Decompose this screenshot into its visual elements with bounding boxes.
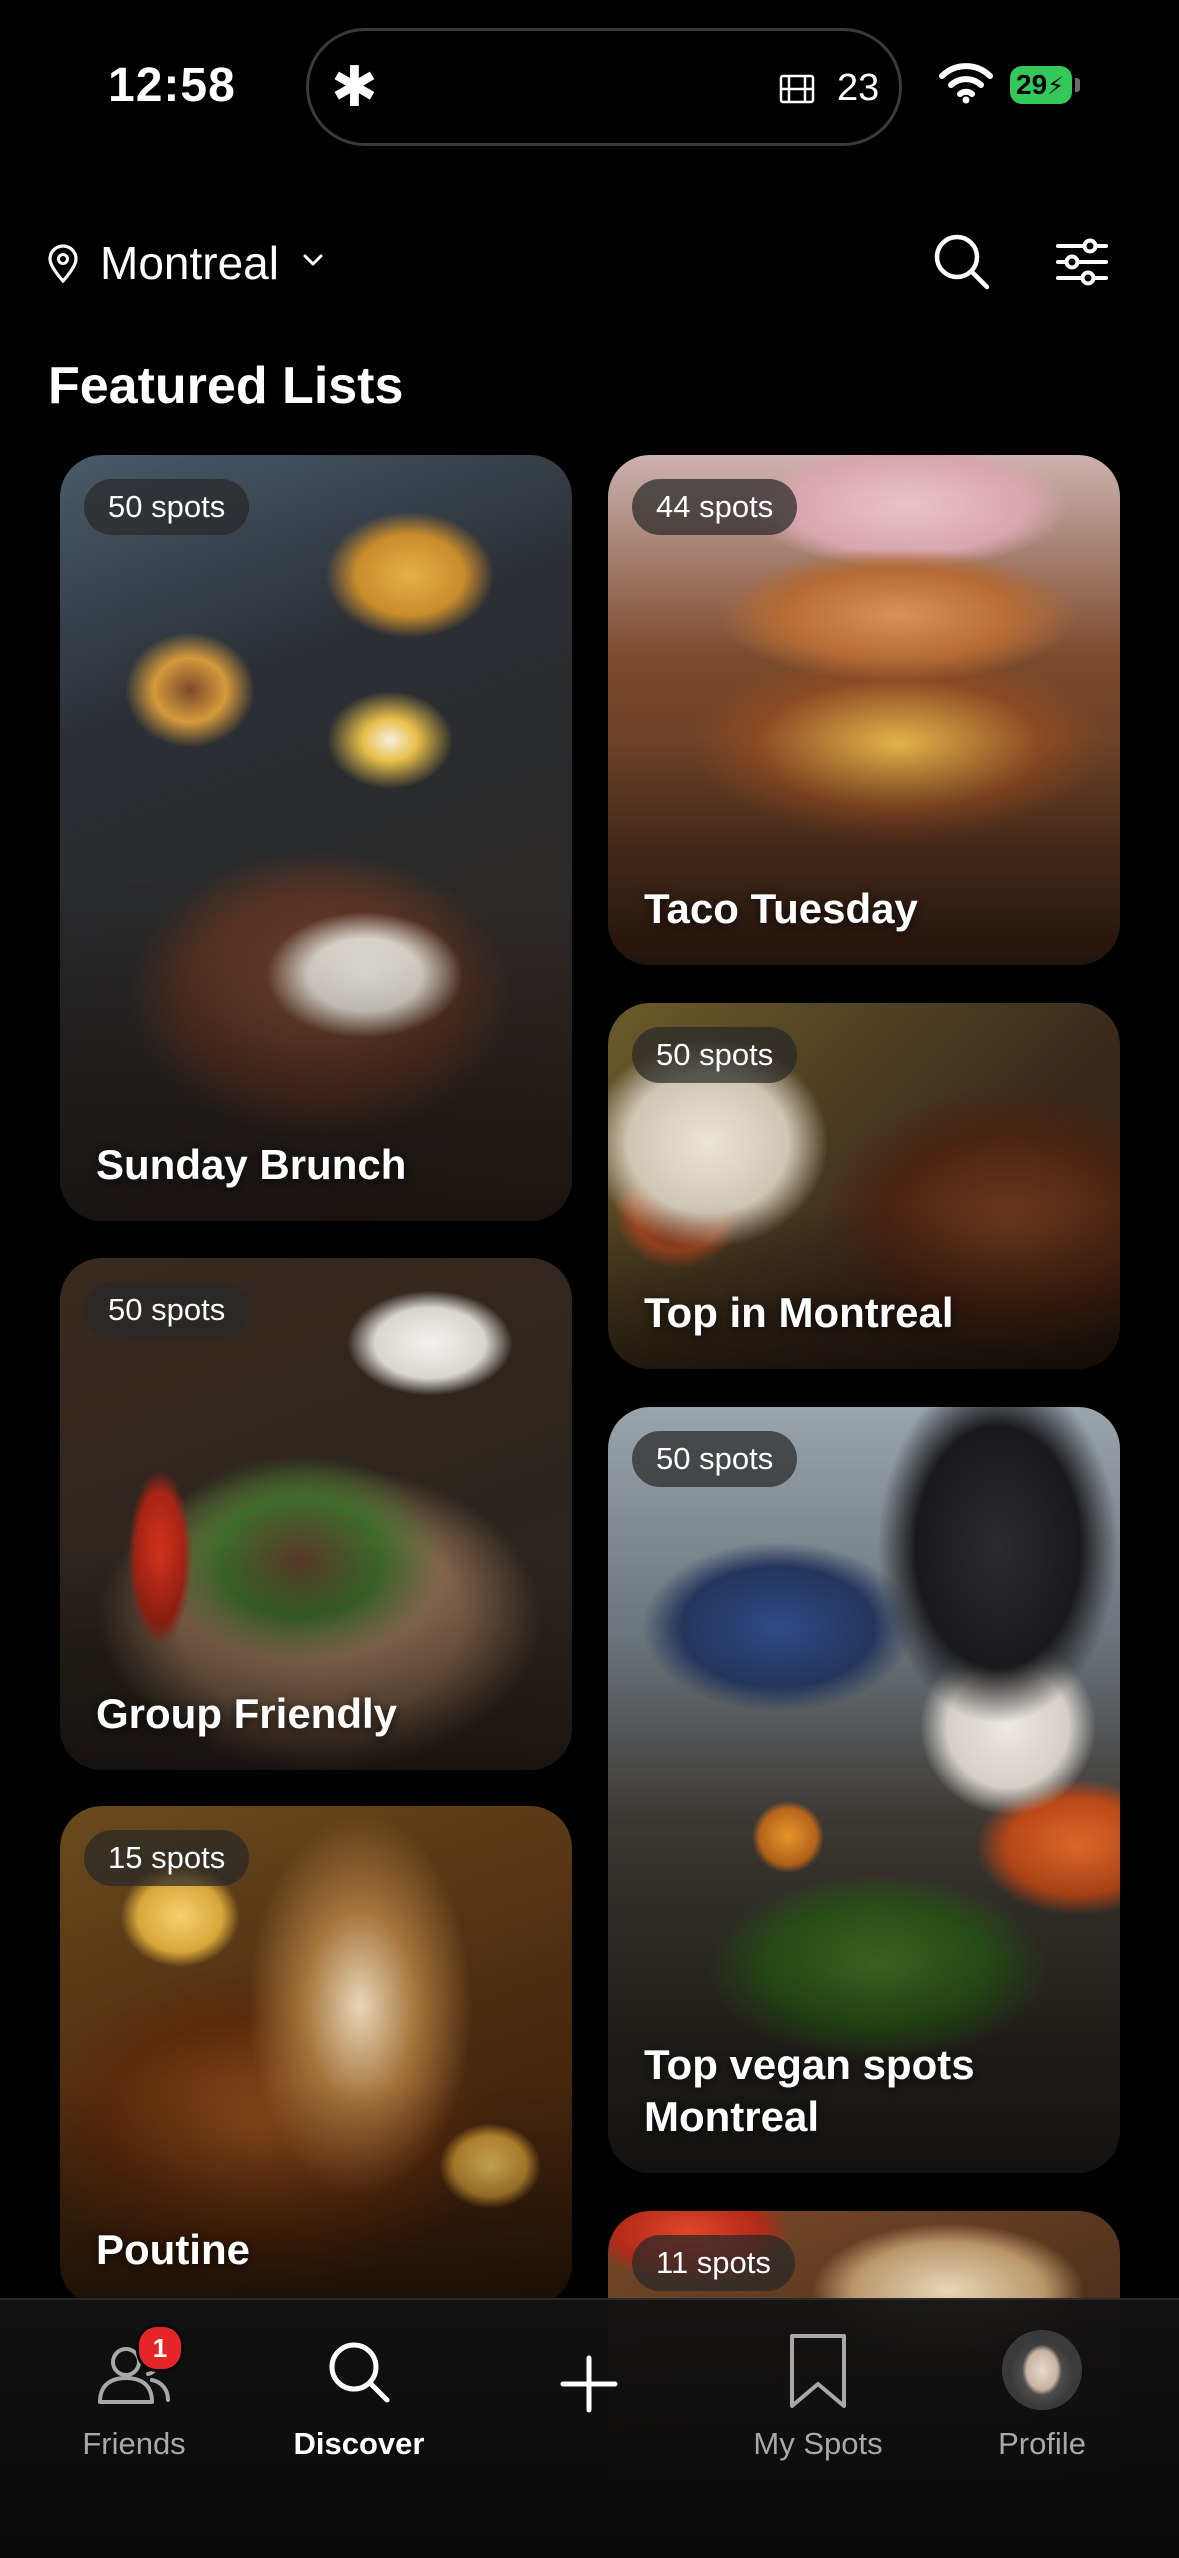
nav-label: Discover — [293, 2426, 425, 2461]
nav-profile[interactable]: Profile — [942, 2324, 1142, 2462]
list-card-top-vegan-spots[interactable]: 50 spots Top vegan spots Montreal — [608, 1407, 1120, 2173]
battery-indicator: 29⚡ — [1010, 66, 1080, 104]
list-title: Top in Montreal — [644, 1289, 954, 1336]
filter-sliders-icon[interactable] — [1054, 238, 1110, 291]
search-icon[interactable] — [930, 230, 994, 299]
chevron-down-icon[interactable] — [300, 250, 326, 275]
plus-icon — [560, 2355, 618, 2413]
spots-badge: 15 spots — [84, 1830, 250, 1886]
avatar — [1002, 2330, 1082, 2410]
spots-badge: 50 spots — [84, 479, 250, 535]
nav-label: Friends — [82, 2426, 186, 2461]
list-title: Taco Tuesday — [644, 885, 918, 932]
nav-discover[interactable]: Discover — [259, 2324, 459, 2462]
nav-label: Profile — [998, 2426, 1086, 2461]
wifi-icon — [938, 60, 994, 109]
list-card-top-in-montreal[interactable]: 50 spots Top in Montreal — [608, 1003, 1120, 1369]
location-selector[interactable]: Montreal — [100, 236, 279, 290]
status-bar: 12:58 ✱ 23 29⚡ — [0, 0, 1179, 180]
list-card-taco-tuesday[interactable]: 44 spots Taco Tuesday — [608, 455, 1120, 965]
status-time: 12:58 — [108, 59, 236, 112]
spots-badge: 50 spots — [632, 1431, 798, 1487]
list-card-poutine[interactable]: 15 spots Poutine — [60, 1806, 572, 2306]
top-bar: Montreal — [0, 220, 1179, 310]
bookmark-icon — [790, 2334, 846, 2408]
list-title: Top vegan spots Montreal — [644, 2041, 975, 2140]
spots-badge: 50 spots — [84, 1282, 250, 1338]
dynamic-island[interactable]: ✱ 23 — [306, 28, 902, 146]
spots-badge: 44 spots — [632, 479, 798, 535]
notification-badge: 1 — [136, 2324, 184, 2372]
list-card-sunday-brunch[interactable]: 50 spots Sunday Brunch — [60, 455, 572, 1221]
nav-my-spots[interactable]: My Spots — [718, 2324, 918, 2462]
list-card-group-friendly[interactable]: 50 spots Group Friendly — [60, 1258, 572, 1770]
spots-badge: 50 spots — [632, 1027, 798, 1083]
battery-level: 29 — [1016, 69, 1048, 100]
list-title: Poutine — [96, 2226, 250, 2273]
location-pin-icon — [46, 244, 80, 289]
bottom-nav: 1 Friends Discover My Spots Profile — [0, 2298, 1179, 2558]
section-title: Featured Lists — [48, 357, 404, 415]
charging-icon: ⚡ — [1047, 73, 1065, 100]
list-title: Sunday Brunch — [96, 1141, 407, 1188]
nav-add[interactable] — [489, 2324, 689, 2426]
spots-badge: 11 spots — [632, 2235, 795, 2291]
list-title: Group Friendly — [96, 1690, 398, 1737]
asterisk-icon: ✱ — [331, 55, 378, 118]
island-count: 23 — [837, 67, 880, 109]
nav-label: My Spots — [753, 2426, 883, 2461]
film-icon — [779, 73, 815, 110]
search-icon — [329, 2342, 390, 2403]
nav-friends[interactable]: 1 Friends — [34, 2324, 234, 2462]
